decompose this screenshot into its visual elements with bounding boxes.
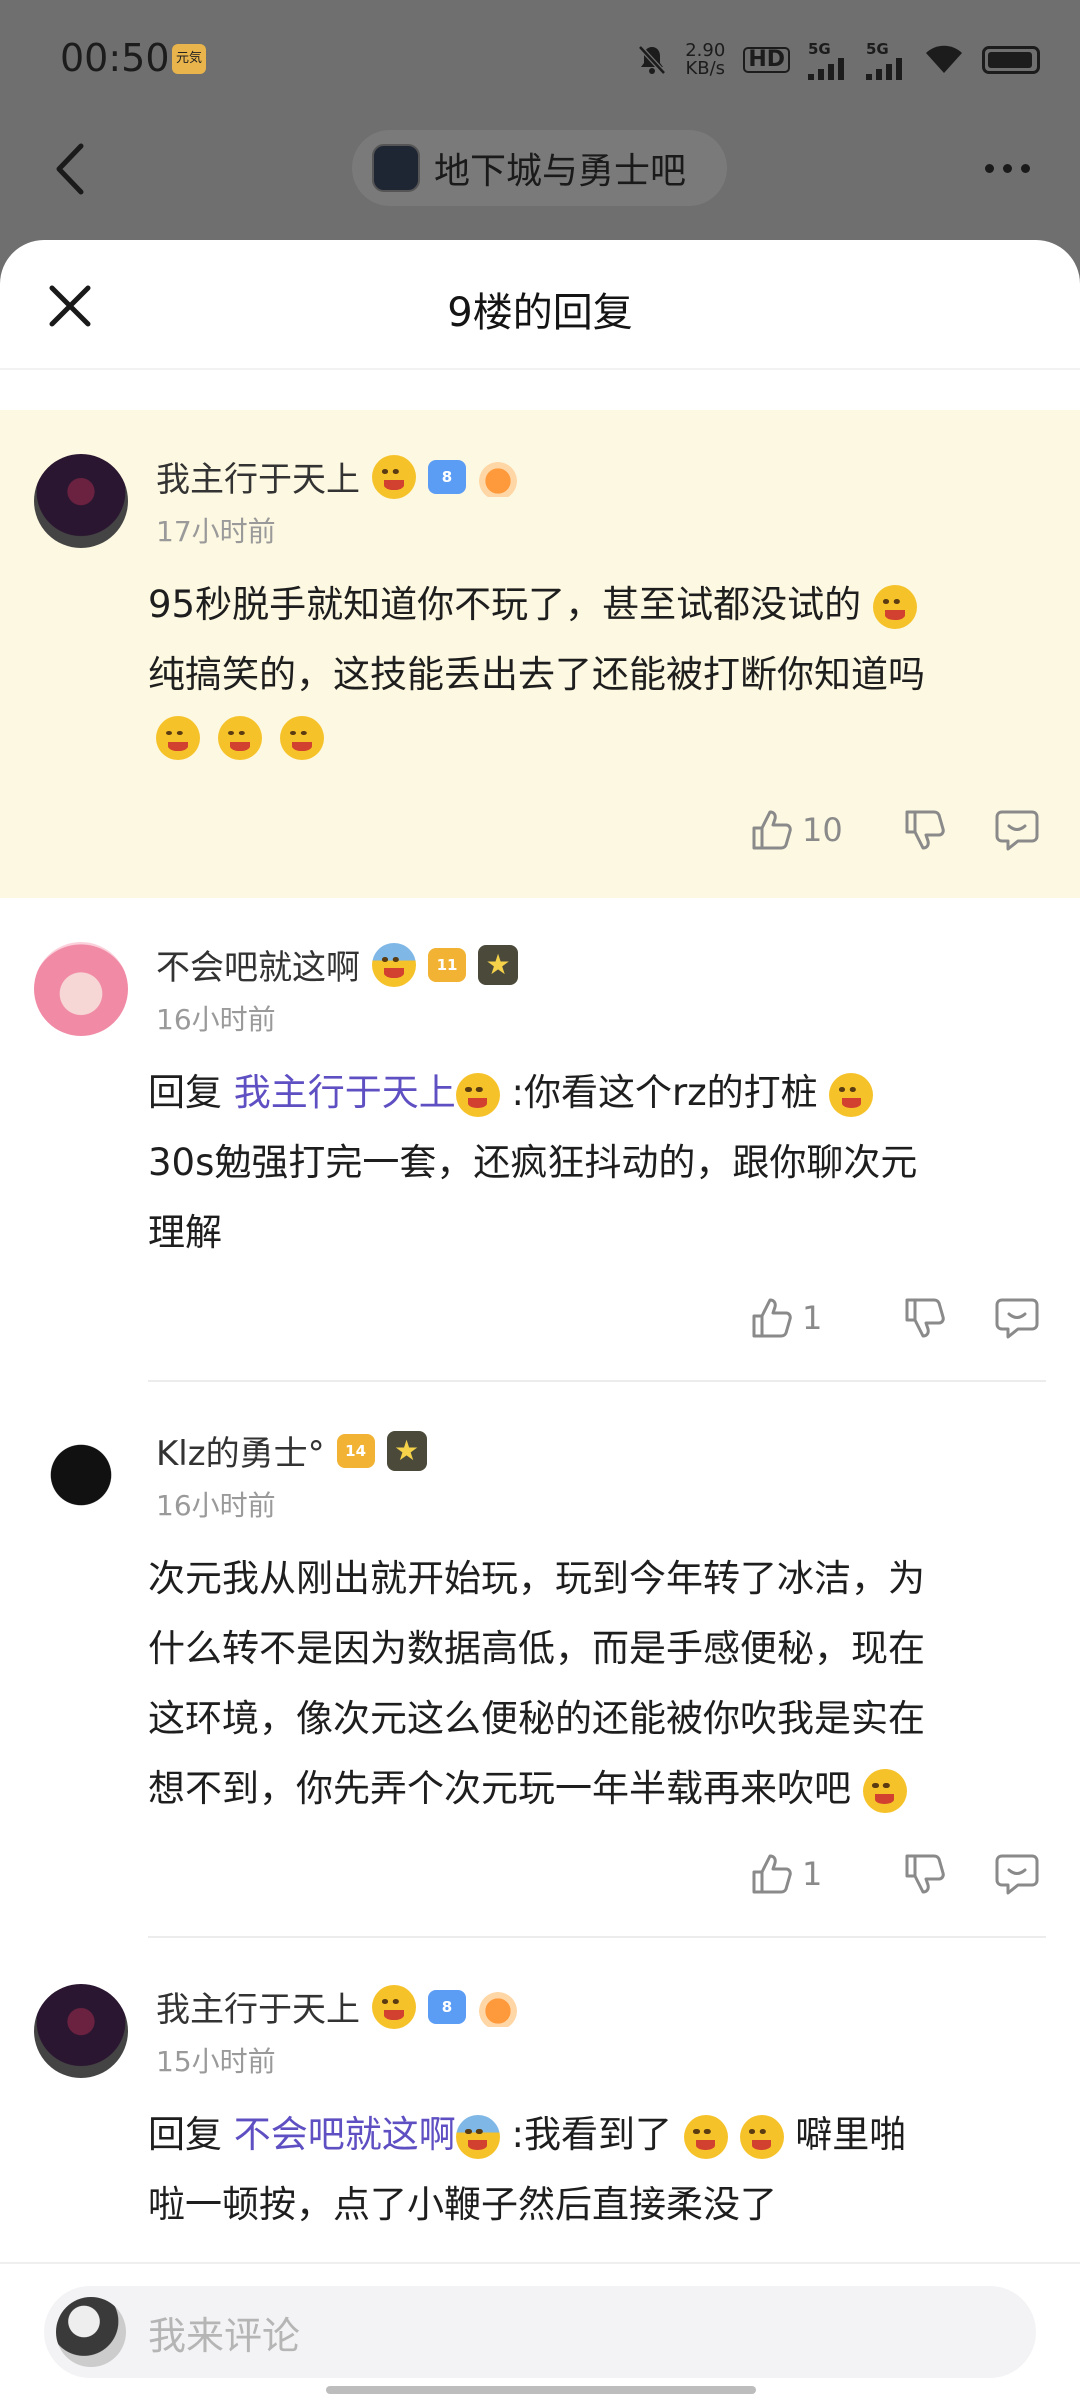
my-avatar (56, 2297, 126, 2367)
dislike-button[interactable] (870, 800, 980, 860)
tired-emoji-icon (455, 1072, 500, 1117)
thumb-down-icon (905, 810, 945, 850)
laugh-emoji-icon (683, 2114, 728, 2159)
comment-item: 我主行于天上 8 17小时前 95秒脱手就知道你不玩了，甚至试都没试的 纯搞笑的… (0, 410, 1080, 898)
comment-actions: 1 (750, 1288, 1040, 1348)
user-name[interactable]: 不会吧就这啊 (156, 940, 360, 989)
comment-text: 回复 我主行于天上 :你看这个rz的打桩 30s勉强打完一套，还疯狂抖动的，跟你… (148, 1071, 918, 1254)
comment-icon (995, 1298, 1039, 1339)
medal-icon (478, 1986, 518, 2027)
thumb-up-icon (752, 810, 792, 850)
user-name[interactable]: 我主行于天上 (156, 452, 360, 501)
scared-emoji-icon (372, 942, 416, 987)
laugh-emoji-icon (156, 716, 200, 760)
medal-icon (478, 456, 518, 497)
home-indicator[interactable] (326, 2386, 756, 2394)
status-bar: 00:50 元気 2.90 KB/s HD 5G 5G (0, 0, 1080, 120)
forum-nav-bar: 地下城与勇士吧 (0, 120, 1080, 220)
avatar[interactable] (34, 454, 128, 548)
wifi-icon (926, 45, 962, 73)
tired-emoji-icon (372, 454, 416, 499)
comment-text: 95秒脱手就知道你不玩了，甚至试都没试的 纯搞笑的，这技能丢出去了还能被打断你知… (148, 570, 1038, 760)
network-speed: 2.90 KB/s (685, 40, 726, 79)
comment-input-bar: 我来评论 (0, 2262, 1080, 2400)
hd-icon: HD (743, 47, 790, 73)
comment-time: 16小时前 (156, 1489, 276, 1522)
like-count: 10 (802, 811, 843, 849)
status-icons: 2.90 KB/s HD 5G 5G (637, 40, 1040, 80)
signal-icon-1: 5G (808, 40, 848, 80)
chevron-left-icon (56, 143, 84, 195)
reply-button[interactable] (980, 1844, 1040, 1904)
comment-input-placeholder: 我来评论 (148, 2313, 301, 2358)
comment-time: 15小时前 (156, 2045, 276, 2078)
laugh-emoji-icon (829, 1072, 874, 1117)
mention-link[interactable]: 不会吧就这啊 (234, 2113, 456, 2156)
thumb-down-icon (905, 1298, 945, 1338)
comment-item: Klz的勇士° 14 16小时前 次元我从刚出就开始玩，玩到今年转了冰洁，为 什… (0, 1384, 1080, 1938)
level-badge: 8 (428, 1989, 466, 2024)
comment-actions: 10 (750, 800, 1040, 860)
like-button[interactable]: 1 (750, 1288, 870, 1348)
thumb-up-icon (752, 1298, 792, 1338)
laugh-emoji-icon (872, 584, 917, 629)
sheet-title: 9楼的回复 (447, 290, 633, 336)
comment-icon (995, 810, 1039, 851)
like-button[interactable]: 1 (750, 1844, 870, 1904)
status-app-badge: 元気 (172, 44, 206, 74)
mention-link[interactable]: 我主行于天上 (234, 1071, 456, 1114)
mute-icon (638, 45, 667, 75)
forum-title-pill[interactable]: 地下城与勇士吧 (352, 130, 727, 206)
battery-icon (982, 46, 1040, 74)
tired-emoji-icon (372, 1984, 416, 2029)
user-name[interactable]: 我主行于天上 (156, 1982, 360, 2031)
avatar[interactable] (34, 1428, 128, 1522)
like-count: 1 (802, 1855, 823, 1893)
comment-item: 不会吧就这啊 11 16小时前 回复 我主行于天上 :你看这个rz的打桩 30s… (0, 898, 1080, 1382)
dislike-button[interactable] (870, 1844, 980, 1904)
comment-time: 17小时前 (156, 515, 276, 548)
status-time: 00:50 (60, 36, 170, 80)
sweat-emoji-icon (862, 1768, 907, 1813)
like-button[interactable]: 10 (750, 800, 870, 860)
more-icon (984, 163, 994, 173)
level-badge: 11 (428, 947, 466, 982)
reply-button[interactable] (980, 800, 1040, 860)
like-count: 1 (802, 1299, 823, 1337)
divider (148, 1936, 1046, 1938)
laugh-emoji-icon (280, 716, 324, 760)
comment-icon (995, 1854, 1039, 1895)
back-button[interactable] (40, 134, 100, 204)
avatar[interactable] (34, 942, 128, 1036)
divider (148, 1380, 1046, 1382)
level-badge: 14 (336, 1433, 375, 1468)
forum-logo (372, 144, 420, 192)
sheet-header: 9楼的回复 (0, 240, 1080, 370)
medal-icon (478, 944, 518, 985)
more-button[interactable] (972, 138, 1042, 198)
user-name[interactable]: Klz的勇士° (156, 1426, 325, 1475)
forum-name: 地下城与勇士吧 (434, 151, 687, 192)
comment-input[interactable]: 我来评论 (44, 2286, 1036, 2378)
dislike-button[interactable] (870, 1288, 980, 1348)
avatar[interactable] (34, 1984, 128, 2078)
comment-time: 16小时前 (156, 1003, 276, 1036)
comment-item: 我主行于天上 8 15小时前 回复 不会吧就这啊 :我看到了 噼里啪 啦一顿按，… (0, 1940, 1080, 2262)
signal-icon-2: 5G (866, 40, 906, 80)
comment-actions: 1 (750, 1844, 1040, 1904)
level-badge: 8 (428, 459, 466, 494)
medal-icon (386, 1430, 427, 1471)
reply-button[interactable] (980, 1288, 1040, 1348)
laugh-emoji-icon (218, 716, 262, 760)
comment-text: 次元我从刚出就开始玩，玩到今年转了冰洁，为 什么转不是因为数据高低，而是手感便秘… (148, 1544, 1038, 1824)
thumb-down-icon (905, 1854, 945, 1894)
scared-emoji-icon (455, 2114, 500, 2159)
comment-text: 回复 不会吧就这啊 :我看到了 噼里啪 啦一顿按，点了小鞭子然后直接柔没了 (148, 2113, 907, 2226)
thumb-up-icon (752, 1854, 792, 1894)
laugh-emoji-icon (739, 2114, 784, 2159)
